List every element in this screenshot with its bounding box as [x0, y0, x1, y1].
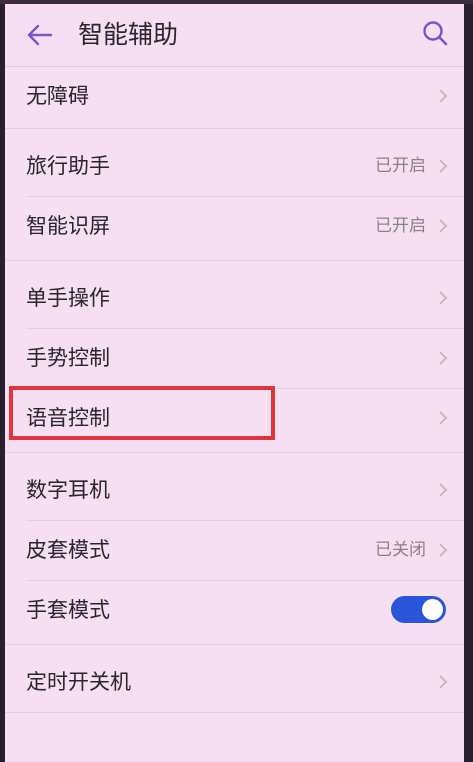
setting-item-label: 旅行助手	[26, 154, 110, 178]
setting-item-label: 数字耳机	[26, 478, 110, 502]
setting-item-voice-control[interactable]: 语音控制	[5, 388, 464, 448]
setting-item-label: 定时开关机	[26, 670, 131, 694]
section-divider	[5, 452, 464, 453]
setting-item-digital-earphone[interactable]: 数字耳机	[5, 460, 464, 520]
section-divider	[5, 644, 464, 645]
settings-screen: 智能辅助 无障碍 旅行助手 已开启 智能识屏 已开启 单手操作 手势控制 语音控…	[5, 4, 464, 762]
search-icon[interactable]	[420, 18, 450, 48]
setting-item-gesture-control[interactable]: 手势控制	[5, 328, 464, 388]
setting-item-glove-mode: 手套模式	[5, 580, 464, 640]
setting-item-status: 已开启	[375, 156, 426, 176]
setting-item-travel-assistant[interactable]: 旅行助手 已开启	[5, 136, 464, 196]
chevron-right-icon	[439, 219, 448, 233]
chevron-right-icon	[439, 543, 448, 557]
section-divider	[5, 260, 464, 261]
section-divider	[5, 128, 464, 129]
setting-item-status: 已关闭	[375, 540, 426, 560]
setting-item-label: 无障碍	[26, 84, 89, 108]
device-bezel-right	[464, 0, 473, 762]
chevron-right-icon	[439, 159, 448, 173]
page-title: 智能辅助	[78, 20, 179, 49]
chevron-right-icon	[439, 411, 448, 425]
setting-item-label: 皮套模式	[26, 538, 110, 562]
chevron-right-icon	[439, 675, 448, 689]
chevron-right-icon	[439, 89, 448, 103]
chevron-right-icon	[439, 483, 448, 497]
setting-item-label: 手套模式	[26, 598, 110, 622]
section-divider	[5, 712, 464, 713]
setting-item-smart-screen-recognition[interactable]: 智能识屏 已开启	[5, 196, 464, 256]
arrow-left-icon[interactable]	[25, 20, 55, 50]
chevron-right-icon	[439, 351, 448, 365]
glove-mode-toggle[interactable]	[391, 596, 446, 623]
chevron-right-icon	[439, 291, 448, 305]
setting-item-one-hand-mode[interactable]: 单手操作	[5, 268, 464, 328]
setting-item-label: 智能识屏	[26, 214, 110, 238]
setting-item-label: 语音控制	[26, 406, 110, 430]
setting-item-scheduled-power[interactable]: 定时开关机	[5, 652, 464, 712]
setting-item-cover-mode[interactable]: 皮套模式 已关闭	[5, 520, 464, 580]
toggle-knob	[422, 599, 443, 620]
setting-item-status: 已开启	[375, 216, 426, 236]
setting-item-accessibility[interactable]: 无障碍	[5, 66, 464, 126]
app-header: 智能辅助	[5, 4, 464, 67]
setting-item-label: 手势控制	[26, 346, 110, 370]
setting-item-label: 单手操作	[26, 286, 110, 310]
